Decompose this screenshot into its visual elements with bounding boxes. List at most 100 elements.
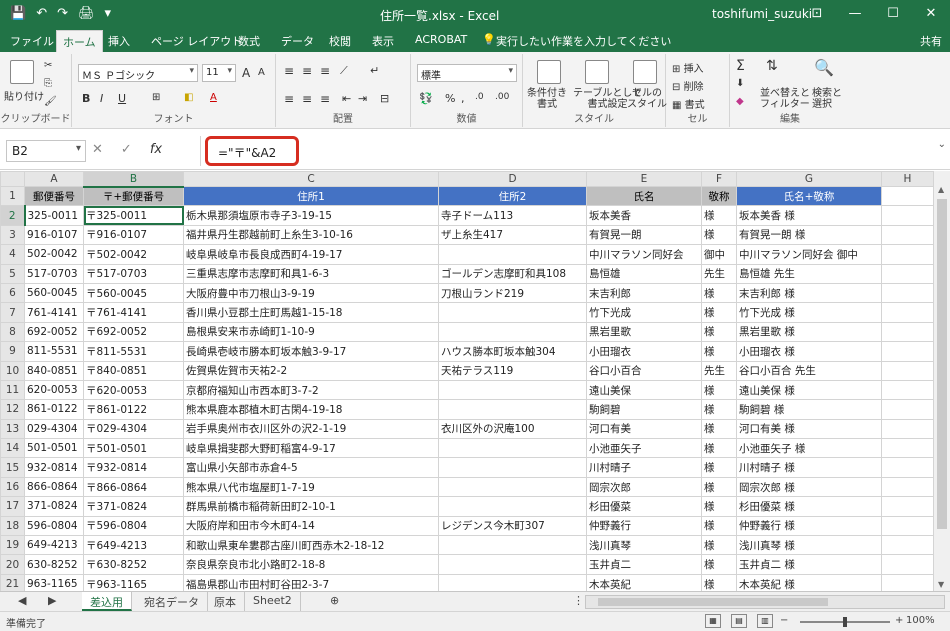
cell-h[interactable] <box>881 535 934 556</box>
increase-indent-icon[interactable]: ⇥ <box>358 92 367 105</box>
cell-a[interactable]: 501-0501 <box>24 438 84 459</box>
enter-icon[interactable]: ✓ <box>121 142 132 157</box>
row-header[interactable]: 9 <box>0 341 25 362</box>
cell-f[interactable]: 様 <box>701 205 737 226</box>
cell-h[interactable] <box>881 399 934 420</box>
cell-b[interactable]: 〒371-0824 <box>83 496 184 517</box>
row-header[interactable]: 12 <box>0 399 25 420</box>
ribbon-display-options-icon[interactable]: ⊡ <box>798 0 836 28</box>
cell-h[interactable] <box>881 244 934 265</box>
tab-acrobat[interactable]: ACROBAT <box>415 33 467 46</box>
italic-button[interactable]: I <box>100 92 103 105</box>
cell-f[interactable]: 様 <box>701 496 737 517</box>
cell-c[interactable]: 長崎県壱岐市勝本町坂本触3-9-17 <box>183 341 439 362</box>
cell-b[interactable]: 〒761-4141 <box>83 302 184 323</box>
column-header[interactable]: H <box>881 171 934 187</box>
cell-b[interactable]: 〒811-5531 <box>83 341 184 362</box>
scroll-thumb[interactable] <box>937 199 947 529</box>
cell-g[interactable]: 小池亜矢子 様 <box>736 438 882 459</box>
horizontal-scrollbar[interactable] <box>585 595 945 609</box>
cell-b[interactable]: 〒620-0053 <box>83 379 184 401</box>
cell-h[interactable] <box>881 573 934 591</box>
cell-h[interactable] <box>881 282 934 304</box>
cell-a[interactable]: 649-4213 <box>24 535 84 556</box>
cell-h[interactable] <box>881 263 934 284</box>
row-header[interactable]: 5 <box>0 263 25 284</box>
add-sheet-icon[interactable]: ⊕ <box>322 592 347 611</box>
cell-styles-button[interactable]: セルの スタイル <box>627 88 667 110</box>
cell-a[interactable]: 630-8252 <box>24 554 84 575</box>
cell-c[interactable]: 佐賀県佐賀市天祐2-2 <box>183 360 439 381</box>
align-center-icon[interactable]: ≡ <box>302 92 312 106</box>
cell-e[interactable]: 遠山美保 <box>586 379 702 401</box>
cell-b[interactable]: 〒596-0804 <box>83 515 184 537</box>
insert-function-icon[interactable]: fx <box>150 142 162 157</box>
align-middle-icon[interactable]: ≡ <box>302 64 312 78</box>
row-header[interactable]: 7 <box>0 302 25 323</box>
accounting-format-icon[interactable]: 💱 <box>419 92 433 105</box>
sheet-prev-icon[interactable]: ◀ <box>10 592 34 611</box>
share-button[interactable]: 共有 <box>920 33 942 49</box>
cell-e[interactable]: 浅川真琴 <box>586 535 702 556</box>
cell-h[interactable] <box>881 515 934 537</box>
cell-g[interactable]: 小田瑠衣 様 <box>736 341 882 362</box>
row-header[interactable]: 3 <box>0 224 25 246</box>
cell-f[interactable]: 様 <box>701 321 737 343</box>
row-header[interactable]: 14 <box>0 438 25 459</box>
find-select-button[interactable]: 検索と 選択 <box>812 88 842 110</box>
cell-e[interactable]: 小池亜矢子 <box>586 438 702 459</box>
cell-d[interactable] <box>438 438 587 459</box>
cell-e[interactable]: 小田瑠衣 <box>586 341 702 362</box>
sheet-tab[interactable]: 宛名データ <box>136 592 208 611</box>
cell-d[interactable] <box>438 554 587 575</box>
cell-a[interactable]: 932-0814 <box>24 457 84 478</box>
row-header[interactable]: 2 <box>0 205 26 226</box>
fill-color-icon[interactable]: ◧ <box>184 92 193 103</box>
cell-f[interactable]: 様 <box>701 515 737 537</box>
header-cell[interactable]: 住所1 <box>183 185 439 207</box>
cell-e[interactable]: 中川マラソン同好会 <box>586 244 702 265</box>
cell-f[interactable]: 先生 <box>701 360 737 381</box>
cell-c[interactable]: 奈良県奈良市北小路町2-18-8 <box>183 554 439 575</box>
row-header[interactable]: 17 <box>0 496 25 517</box>
cell-g[interactable]: 有賀晃一朗 様 <box>736 224 882 246</box>
cell-e[interactable]: 仲野義行 <box>586 515 702 537</box>
cell-b[interactable]: 〒963-1165 <box>83 573 184 591</box>
cell-g[interactable]: 河口有美 様 <box>736 418 882 440</box>
header-cell[interactable]: 敬称 <box>701 185 737 207</box>
cell-f[interactable]: 様 <box>701 399 737 420</box>
cell-d[interactable] <box>438 302 587 323</box>
cell-h[interactable] <box>881 457 934 478</box>
header-cell[interactable]: 氏名+敬称 <box>736 185 882 207</box>
cell-c[interactable]: 三重県志摩市志摩町和具1-6-3 <box>183 263 439 284</box>
cell-g[interactable]: 中川マラソン同好会 御中 <box>736 244 882 265</box>
customize-qat-icon[interactable]: ▾ <box>105 6 112 22</box>
header-cell[interactable]: 〒+郵便番号 <box>83 185 184 207</box>
row-header[interactable]: 16 <box>0 476 25 498</box>
fill-icon[interactable]: ⬇ <box>736 78 744 89</box>
header-cell[interactable]: 郵便番号 <box>24 185 84 207</box>
insert-cells-button[interactable]: ⊞ 挿入 <box>672 60 704 75</box>
cell-h[interactable] <box>881 554 934 575</box>
cancel-icon[interactable]: ✕ <box>92 142 103 157</box>
cell-g[interactable]: 杉田優菜 様 <box>736 496 882 517</box>
column-header[interactable]: C <box>183 171 439 187</box>
cell-d[interactable]: 寺子ドーム113 <box>438 205 587 226</box>
cell-e[interactable]: 黒岩里歌 <box>586 321 702 343</box>
column-header[interactable]: D <box>438 171 587 187</box>
cell-e[interactable]: 河口有美 <box>586 418 702 440</box>
formula-text[interactable]: ="〒"&A2 <box>205 136 299 166</box>
autosum-icon[interactable]: Σ <box>736 58 745 74</box>
delete-cells-button[interactable]: ⊟ 削除 <box>672 78 704 93</box>
cell-g[interactable]: 遠山美保 様 <box>736 379 882 401</box>
cell-h[interactable] <box>881 224 934 246</box>
cell-g[interactable]: 竹下光成 様 <box>736 302 882 323</box>
cell-d[interactable]: ザ上糸生417 <box>438 224 587 246</box>
print-preview-icon[interactable]: 🖨 <box>78 6 95 22</box>
cell-e[interactable]: 谷口小百合 <box>586 360 702 381</box>
cell-e[interactable]: 末吉利郎 <box>586 282 702 304</box>
cell-h[interactable] <box>881 321 934 343</box>
clear-icon[interactable]: ◆ <box>736 96 744 107</box>
cell-g[interactable]: 島恒雄 先生 <box>736 263 882 284</box>
cell-c[interactable]: 島根県安来市赤崎町1-10-9 <box>183 321 439 343</box>
